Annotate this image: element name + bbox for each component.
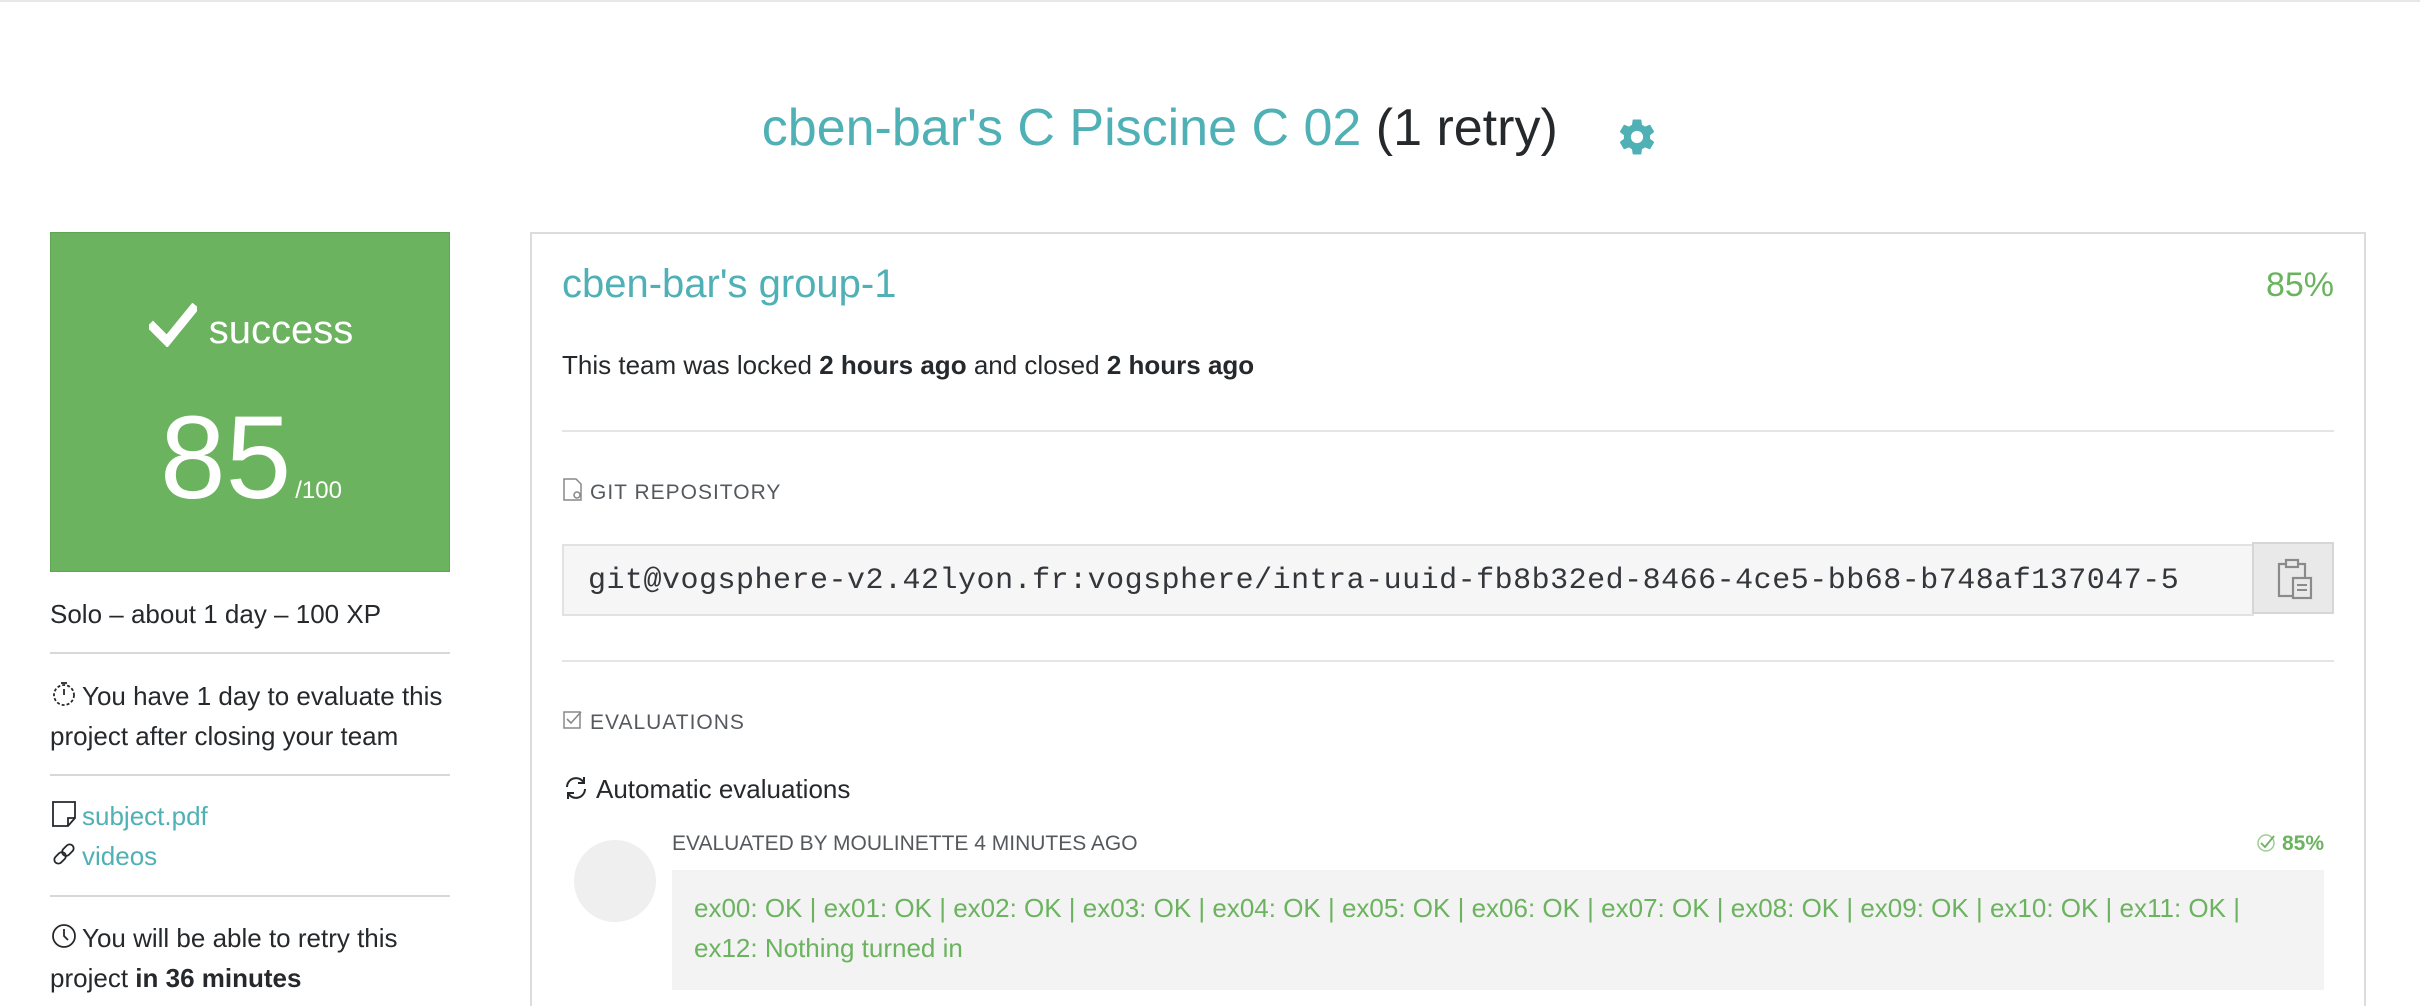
- git-url[interactable]: git@vogsphere-v2.42lyon.fr:vogsphere/int…: [588, 564, 2179, 598]
- page-title: cben-bar's C Piscine C 02 (1 retry): [0, 92, 2420, 164]
- panel-divider: [562, 660, 2334, 662]
- evaluate-notice-text: You have 1 day to evaluate this project …: [50, 681, 443, 751]
- retry-count: (1 retry): [1375, 99, 1558, 157]
- check-circle-icon: [2257, 834, 2275, 852]
- panel-divider: [562, 430, 2334, 432]
- refresh-icon: [566, 777, 586, 799]
- clock-icon: [50, 921, 78, 949]
- videos-link[interactable]: videos: [82, 841, 157, 871]
- team-status: This team was locked 2 hours ago and clo…: [562, 350, 1254, 381]
- subject-link[interactable]: subject.pdf: [82, 801, 208, 831]
- git-heading-label: GIT REPOSITORY: [590, 481, 782, 504]
- evaluations-heading-label: EVALUATIONS: [590, 711, 745, 734]
- project-info: Solo – about 1 day – 100 XP: [50, 599, 382, 629]
- closed-time: 2 hours ago: [1106, 350, 1255, 380]
- result-card: success 85/100: [50, 232, 450, 572]
- team-percent: 85%: [2265, 266, 2334, 304]
- checkbox-icon: [563, 711, 582, 729]
- checkmark-icon: [146, 302, 200, 348]
- score-max: /100: [295, 477, 342, 504]
- team-name[interactable]: cben-bar's group-1: [562, 262, 897, 307]
- team-panel: cben-bar's group-1 85% This team was loc…: [530, 232, 2366, 1006]
- sidebar-link-subject[interactable]: subject.pdf: [50, 796, 450, 836]
- project-title: cben-bar's C Piscine C 02: [761, 99, 1362, 157]
- status-row: success: [51, 302, 451, 353]
- closed-label: and closed: [973, 350, 1100, 380]
- git-repository-heading: GIT REPOSITORY: [562, 478, 781, 505]
- retry-time: in 36 minutes: [135, 963, 302, 993]
- copy-button[interactable]: [2252, 542, 2334, 614]
- automatic-evaluations-label: Automatic evaluations: [596, 774, 851, 804]
- evaluator-info: EVALUATED BY MOULINETTE 4 MINUTES AGO: [672, 832, 1138, 855]
- retry-notice: You will be able to retry this project i…: [50, 918, 450, 998]
- sidebar-divider: [50, 895, 450, 897]
- avatar: [574, 840, 656, 922]
- document-icon: [50, 799, 78, 827]
- score: 85/100: [51, 393, 451, 523]
- evaluation-result: ex00: OK | ex01: OK | ex02: OK | ex03: O…: [672, 870, 2324, 990]
- score-value: 85: [160, 392, 292, 524]
- gear-icon[interactable]: [1616, 105, 1658, 155]
- sidebar-divider: [50, 774, 450, 776]
- stopwatch-icon: [50, 679, 78, 707]
- status-label: success: [208, 308, 354, 352]
- link-icon: [50, 839, 78, 867]
- evaluations-heading: EVALUATIONS: [562, 708, 745, 735]
- evaluate-notice: You have 1 day to evaluate this project …: [50, 676, 450, 756]
- automatic-evaluations-title: Automatic evaluations: [562, 774, 850, 805]
- git-file-icon: [563, 478, 582, 501]
- locked-time: 2 hours ago: [819, 350, 967, 380]
- evaluation-percent-value: 85%: [2281, 832, 2324, 855]
- locked-label: This team was locked: [562, 350, 812, 380]
- sidebar-link-videos[interactable]: videos: [50, 836, 450, 876]
- clipboard-icon: [2277, 558, 2313, 600]
- git-url-field[interactable]: git@vogsphere-v2.42lyon.fr:vogsphere/int…: [562, 544, 2254, 616]
- evaluation-percent: 85%: [2256, 832, 2324, 856]
- sidebar-divider: [50, 652, 450, 654]
- top-divider: [0, 0, 2420, 2]
